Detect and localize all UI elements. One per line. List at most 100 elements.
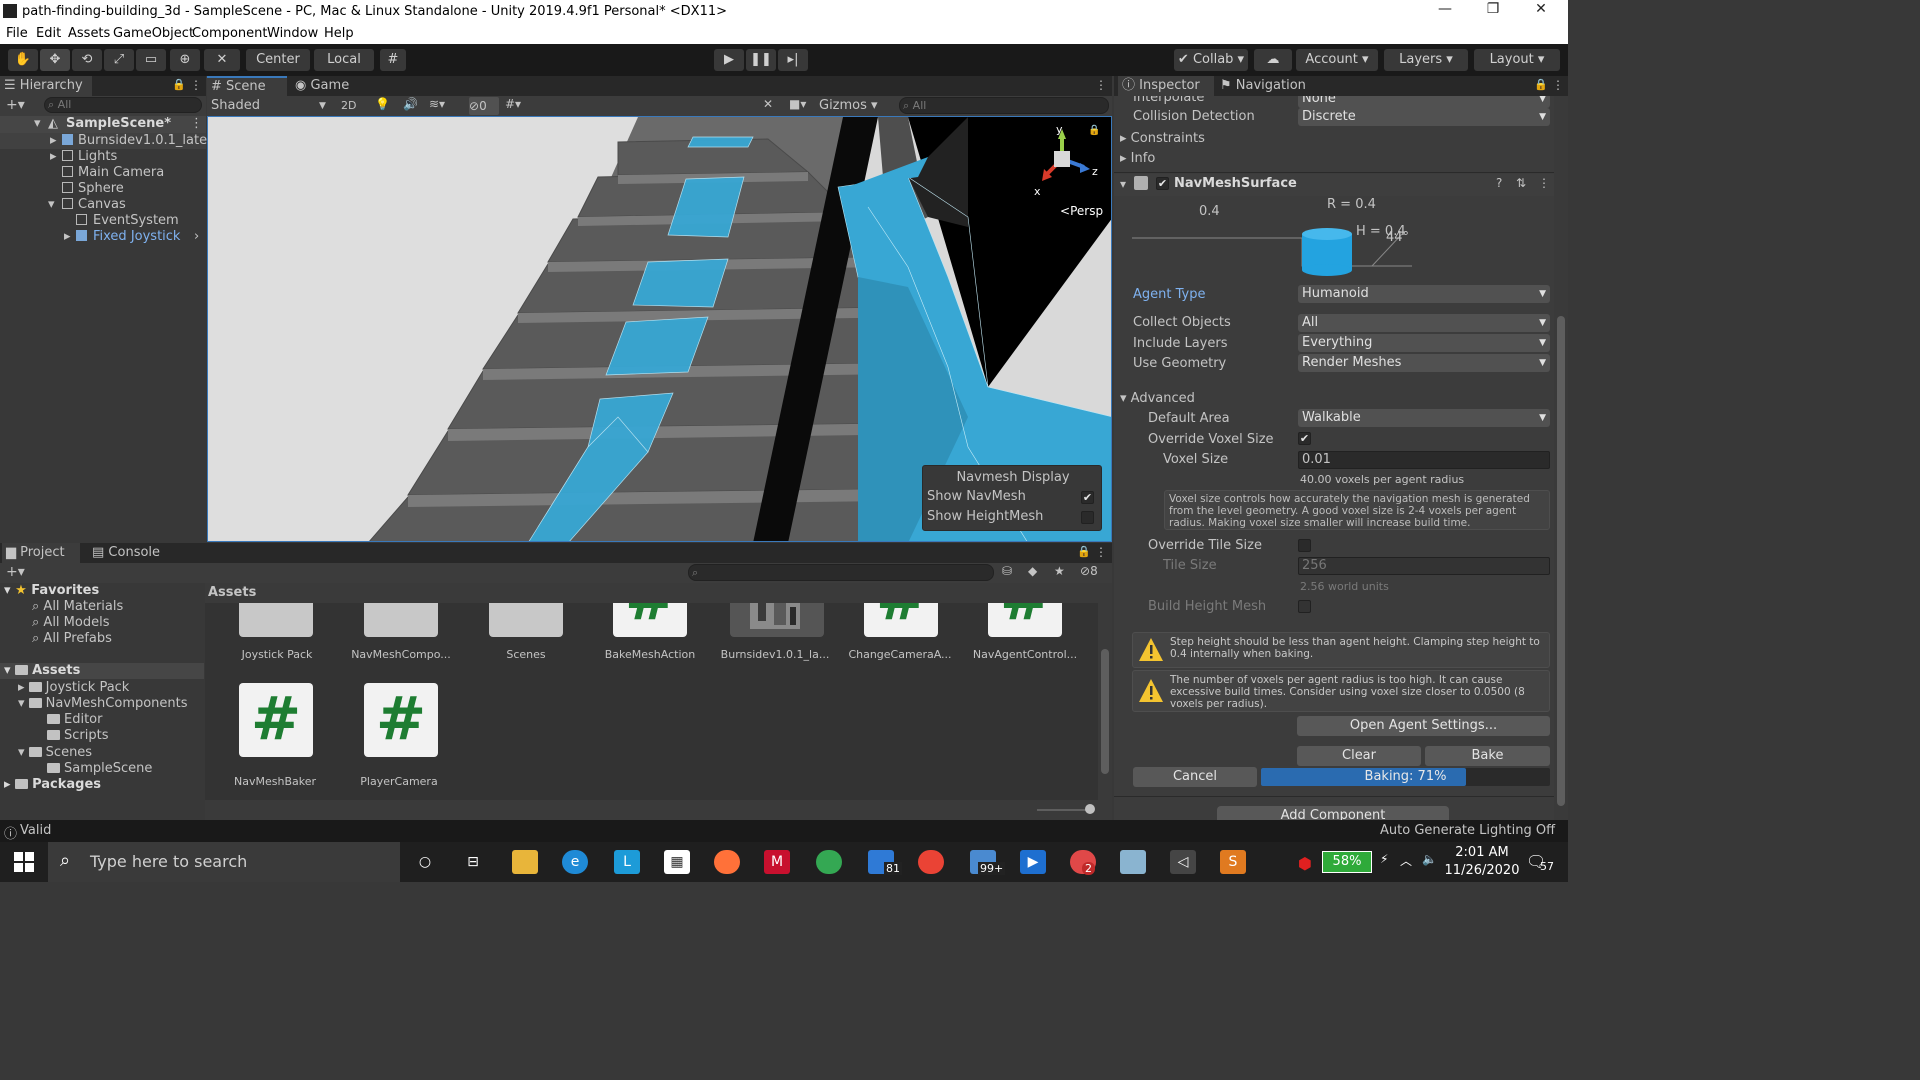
tab-game[interactable]: ◉ Game <box>291 76 361 96</box>
slider-handle[interactable] <box>1085 804 1095 814</box>
play-button[interactable]: ▶ <box>714 49 744 71</box>
lighting-toggle-icon[interactable]: 💡 <box>375 97 390 111</box>
account-dropdown[interactable]: Account ▾ <box>1296 49 1378 71</box>
minimize-button[interactable]: — <box>1422 1 1468 23</box>
store-icon[interactable]: ▦ <box>664 850 690 874</box>
tree-item[interactable]: SampleScene <box>47 761 152 777</box>
perspective-label[interactable]: <Persp <box>1060 204 1103 218</box>
create-add-icon[interactable]: +▾ <box>6 564 25 580</box>
volume-icon[interactable]: 🔈 <box>1422 852 1437 866</box>
task-view-icon[interactable]: ⊟ <box>460 850 486 874</box>
unity-taskbar-icon[interactable]: ◁ <box>1170 850 1196 874</box>
override-voxel-checkbox[interactable]: ✔ <box>1298 432 1311 445</box>
lock-icon[interactable]: 🔒 <box>172 78 186 91</box>
chevron-up-icon[interactable]: ︿ <box>1400 852 1412 869</box>
kebab-menu-icon[interactable]: ⋮ <box>1095 78 1107 92</box>
tab-scene[interactable]: # Scene <box>207 76 287 96</box>
rect-tool-icon[interactable]: ▭ <box>136 49 166 71</box>
auto-lighting-status[interactable]: Auto Generate Lighting Off <box>1380 823 1555 838</box>
file-explorer-icon[interactable] <box>512 850 538 874</box>
hierarchy-item[interactable]: ▸ Fixed Joystick › <box>0 229 206 245</box>
tree-item[interactable]: Editor <box>47 712 102 728</box>
scene-menu-icon[interactable]: ⋮ <box>190 116 203 132</box>
scrollbar-thumb[interactable] <box>1557 316 1565 806</box>
chrome-profile-icon[interactable] <box>918 850 944 874</box>
default-area-dropdown[interactable]: Walkable ▼ <box>1298 409 1550 427</box>
build-height-checkbox[interactable] <box>1298 600 1311 613</box>
status-message[interactable]: Valid <box>20 823 51 838</box>
scrollbar-thumb[interactable] <box>1101 649 1109 774</box>
windows-start-icon[interactable] <box>14 852 34 872</box>
clear-button[interactable]: Clear <box>1297 746 1421 766</box>
kebab-menu-icon[interactable]: ⋮ <box>190 78 202 92</box>
inspector-scrollbar[interactable] <box>1554 96 1568 820</box>
csharp-script-icon[interactable]: # <box>364 683 438 757</box>
pivot-space-button[interactable]: Local <box>314 49 374 71</box>
cloud-icon[interactable]: ☁ <box>1254 49 1292 71</box>
override-tile-checkbox[interactable] <box>1298 539 1311 552</box>
chrome-icon[interactable] <box>816 850 842 874</box>
kebab-menu-icon[interactable]: ⋮ <box>1095 545 1107 559</box>
open-agent-settings-button[interactable]: Open Agent Settings... <box>1297 716 1550 736</box>
favorite-star-icon[interactable]: ★ <box>1054 564 1065 578</box>
hidden-packages-toggle[interactable]: ⊘8 <box>1080 564 1098 578</box>
asset-folder-icon[interactable] <box>364 603 438 637</box>
cancel-bake-button[interactable]: Cancel <box>1133 767 1257 787</box>
chevron-right-icon[interactable]: › <box>194 229 199 245</box>
cortana-icon[interactable]: ○ <box>412 850 438 874</box>
packages-item[interactable]: ▸ Packages <box>4 777 101 793</box>
navmeshsurface-header[interactable]: ▾ ✔ NavMeshSurface ? ⇅ ⋮ <box>1114 174 1554 196</box>
collab-dropdown[interactable]: ✔ Collab ▾ <box>1174 49 1248 71</box>
csharp-script-icon[interactable]: # <box>988 603 1062 637</box>
lock-icon[interactable]: 🔒 <box>1077 545 1091 558</box>
collect-objects-dropdown[interactable]: All ▼ <box>1298 314 1550 332</box>
menu-gameobject[interactable]: GameObject <box>113 26 194 41</box>
move-tool-icon[interactable]: ✥ <box>40 49 70 71</box>
tree-item[interactable]: ▾ NavMeshComponents <box>18 696 188 712</box>
l-app-icon[interactable]: L <box>614 850 640 874</box>
menu-component[interactable]: Component <box>192 26 267 41</box>
video-icon[interactable]: ▶ <box>1020 850 1046 874</box>
show-heightmesh-checkbox[interactable] <box>1081 511 1094 524</box>
clock-time[interactable]: 2:01 AM <box>1444 845 1520 860</box>
interpolate-dropdown[interactable]: None ▼ <box>1298 96 1550 108</box>
tray-app-icon[interactable]: ⬢ <box>1298 854 1312 873</box>
crystal-app-icon[interactable] <box>1120 850 1146 874</box>
gizmos-dropdown[interactable]: Gizmos ▾ <box>819 97 891 115</box>
rotate-tool-icon[interactable]: ⟲ <box>72 49 102 71</box>
taskbar-search-box[interactable]: ⌕ Type here to search <box>48 842 400 882</box>
bake-button[interactable]: Bake <box>1425 746 1550 766</box>
tab-console[interactable]: ▤ Console <box>88 543 168 563</box>
hierarchy-search-input[interactable]: ⌕ All <box>44 97 202 113</box>
audio-toggle-icon[interactable]: 🔊 <box>403 97 418 111</box>
include-layers-dropdown[interactable]: Everything ▼ <box>1298 334 1550 352</box>
layers-dropdown[interactable]: Layers ▾ <box>1384 49 1468 71</box>
voxel-size-input[interactable]: 0.01 <box>1298 451 1550 469</box>
assets-scrollbar[interactable] <box>1098 603 1112 800</box>
menu-window[interactable]: Window <box>267 26 318 41</box>
tab-project[interactable]: ▆ Project <box>2 543 80 563</box>
menu-assets[interactable]: Assets <box>68 26 110 41</box>
thumbnail-size-slider[interactable] <box>1037 809 1087 811</box>
hand-tool-icon[interactable]: ✋ <box>8 49 38 71</box>
effects-toggle-icon[interactable]: ≋▾ <box>429 97 445 111</box>
grid-snap-icon[interactable]: # <box>380 49 406 71</box>
battery-indicator[interactable]: 58% <box>1322 851 1372 873</box>
menu-edit[interactable]: Edit <box>36 26 61 41</box>
scene-viewport[interactable]: y z x <Persp 🔒 Navmesh Display Show NavM… <box>207 116 1112 542</box>
hierarchy-item[interactable]: ▸ Burnsidev1.0.1_latest <box>0 133 219 149</box>
project-search-input[interactable]: ⌕ <box>688 564 994 581</box>
power-icon[interactable]: ⚡ <box>1380 852 1388 866</box>
tree-item[interactable]: ▸ Joystick Pack <box>18 680 129 696</box>
add-component-button[interactable]: Add Component <box>1217 806 1449 820</box>
agent-type-dropdown[interactable]: Humanoid ▼ <box>1298 285 1550 303</box>
custom-tool-icon[interactable]: ✕ <box>204 49 240 71</box>
collision-detection-dropdown[interactable]: Discrete ▼ <box>1298 108 1550 126</box>
preset-icon[interactable]: ⇅ <box>1516 176 1526 190</box>
favorite-item[interactable]: ⌕ All Models <box>32 615 109 631</box>
transform-tool-icon[interactable]: ⊕ <box>170 49 200 71</box>
toggle-2d-button[interactable]: 2D <box>341 97 356 115</box>
edge-browser-icon[interactable]: e <box>562 850 588 874</box>
hidden-objects-toggle[interactable]: ⊘0 <box>469 97 499 115</box>
csharp-script-icon[interactable]: # <box>239 683 313 757</box>
